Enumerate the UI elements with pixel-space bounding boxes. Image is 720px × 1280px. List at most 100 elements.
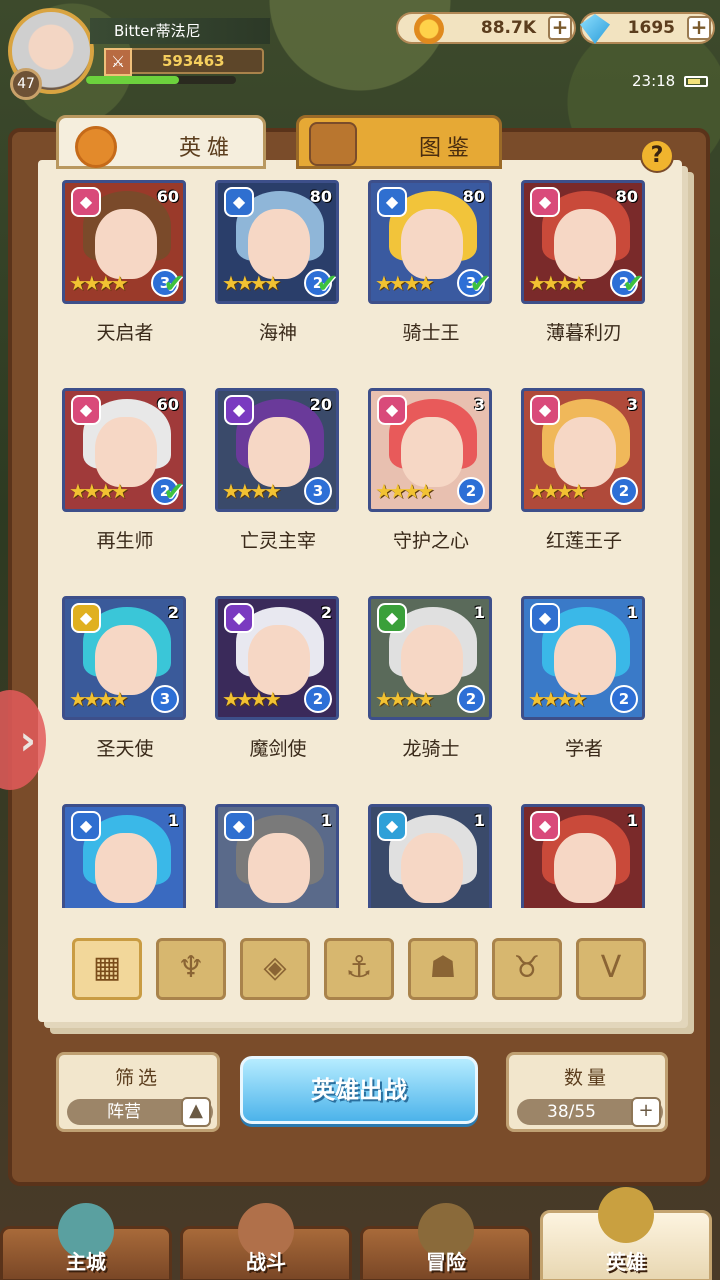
hero-card[interactable]: ◆ 2 ★★★★ 3 圣天使 xyxy=(58,594,186,794)
chevron-up-icon[interactable]: ▲ xyxy=(181,1097,211,1127)
filter-wings-button[interactable]: V xyxy=(576,938,646,1000)
hero-card[interactable]: ◆ 80 ★★★★ 3 ✔ 骑士王 xyxy=(364,178,492,378)
hero-portrait: ◆ 80 ★★★★ 2 ✔ xyxy=(215,180,339,304)
filter-dropdown[interactable]: 阵营 ▲ xyxy=(67,1097,213,1127)
filter-horns-button[interactable]: ♉ xyxy=(492,938,562,1000)
tab-codex[interactable]: 图鉴 xyxy=(296,115,502,169)
nav-label: 战斗 xyxy=(246,1250,286,1274)
tab-heroes[interactable]: 英雄 xyxy=(56,115,266,169)
tab-heroes-label: 英雄 xyxy=(179,136,236,161)
hero-level: 1 xyxy=(626,811,638,830)
hero-level: 2 xyxy=(167,603,179,622)
hero-stars: ★★★★ xyxy=(375,687,435,711)
hero-star-badge: 2 xyxy=(457,685,485,713)
hero-name: 薄暮利刃 xyxy=(545,322,622,344)
hero-card[interactable]: ◆ 1 xyxy=(517,802,645,908)
hero-level: 60 xyxy=(156,187,179,206)
hero-name: 亡灵主宰 xyxy=(239,530,316,552)
hero-card[interactable]: ◆ 1 xyxy=(364,802,492,908)
hero-card[interactable]: ◆ 60 ★★★★ 2 ✔ 再生师 xyxy=(58,386,186,586)
nav-map[interactable]: 冒险 xyxy=(360,1203,532,1280)
checkmark-icon: ✔ xyxy=(163,477,185,507)
hero-face xyxy=(554,209,616,279)
add-gold-button[interactable]: + xyxy=(548,16,572,40)
horns-icon: ◆ xyxy=(224,603,254,633)
gold-counter: 88.7K + xyxy=(396,12,576,44)
flame-icon: ♆ xyxy=(177,950,205,985)
hero-face xyxy=(554,625,616,695)
hero-portrait: ◆ 3 ★★★★ 2 xyxy=(368,388,492,512)
hero-portrait: ◆ 2 ★★★★ 2 xyxy=(215,596,339,720)
battery-icon xyxy=(684,76,708,87)
exp-bar xyxy=(86,76,236,84)
hero-level: 3 xyxy=(626,395,638,414)
checkmark-icon: ✔ xyxy=(163,269,185,299)
hero-card[interactable]: ◆ 20 ★★★★ 3 亡灵主宰 xyxy=(211,386,339,586)
hero-portrait: ◆ 3 ★★★★ 2 xyxy=(521,388,645,512)
hero-name: 海神 xyxy=(258,322,297,344)
hero-star-badge: 2 xyxy=(610,477,638,505)
magnifier-icon xyxy=(309,122,357,166)
hero-portrait: ◆ 2 ★★★★ 3 xyxy=(62,596,186,720)
hero-card[interactable]: ◆ 1 xyxy=(58,802,186,908)
filter-anchor-button[interactable]: ⚓ xyxy=(324,938,394,1000)
hero-face xyxy=(248,833,310,903)
filter-diamond-button[interactable]: ◈ xyxy=(240,938,310,1000)
horns-icon: ♉ xyxy=(513,950,541,985)
add-gems-button[interactable]: + xyxy=(687,16,711,40)
hero-level: 1 xyxy=(320,811,332,830)
hero-face xyxy=(95,209,157,279)
hero-card[interactable]: ◆ 1 ★★★★ 2 学者 xyxy=(517,594,645,794)
diamond-icon: ◆ xyxy=(377,811,407,841)
hero-level: 1 xyxy=(167,811,179,830)
beast-icon: ☗ xyxy=(429,950,457,985)
hero-card[interactable]: ◆ 3 ★★★★ 2 守护之心 xyxy=(364,386,492,586)
add-capacity-button[interactable]: + xyxy=(631,1097,661,1127)
faction-filter-bar: ▦ ♆ ◈ ⚓ ☗ ♉ V xyxy=(72,938,652,1000)
help-button[interactable]: ? xyxy=(640,139,674,173)
hero-card[interactable]: ◆ 60 ★★★★ 3 ✔ 天启者 xyxy=(58,178,186,378)
hero-card[interactable]: ◆ 2 ★★★★ 2 魔剑使 xyxy=(211,594,339,794)
hero-star-badge: 3 xyxy=(304,477,332,505)
count-panel: 数量 38/55 + xyxy=(506,1052,668,1132)
hero-stars: ★★★★ xyxy=(528,479,588,503)
hero-face xyxy=(95,833,157,903)
hero-card[interactable]: ◆ 80 ★★★★ 2 ✔ 海神 xyxy=(211,178,339,378)
exp-bar-fill xyxy=(86,76,179,84)
deploy-heroes-button[interactable]: 英雄出战 xyxy=(240,1056,478,1124)
filter-grid-button[interactable]: ▦ xyxy=(72,938,142,1000)
hero-name: 再生师 xyxy=(96,530,154,552)
hero-star-badge: 3 xyxy=(151,685,179,713)
hero-face xyxy=(401,833,463,903)
drawer-arrow-icon: › xyxy=(19,718,36,764)
hero-stars: ★★★★ xyxy=(222,271,282,295)
nav-swords[interactable]: 战斗 xyxy=(180,1203,352,1280)
flame-icon: ◆ xyxy=(71,395,101,425)
hero-portrait: ◆ 1 xyxy=(215,804,339,908)
flame-icon: ◆ xyxy=(530,187,560,217)
helmet-icon xyxy=(69,122,117,168)
player-name: Bitter蒂法尼 xyxy=(90,18,270,44)
player-avatar[interactable]: 47 xyxy=(8,8,100,100)
hero-star-badge: 2 xyxy=(610,685,638,713)
hero-card[interactable]: ◆ 1 xyxy=(211,802,339,908)
hero-face xyxy=(401,625,463,695)
flame-icon: ◆ xyxy=(530,395,560,425)
gold-coin-icon xyxy=(414,14,444,44)
flame-icon: ◆ xyxy=(530,811,560,841)
hero-stars: ★★★★ xyxy=(528,271,588,295)
hero-card[interactable]: ◆ 1 ★★★★ 2 龙骑士 xyxy=(364,594,492,794)
nav-crest[interactable]: 英雄 xyxy=(540,1187,712,1280)
beast-icon: ◆ xyxy=(377,603,407,633)
hero-stars: ★★★★ xyxy=(69,479,129,503)
nav-castle[interactable]: 主城 xyxy=(0,1203,172,1280)
hero-name: 天启者 xyxy=(96,322,154,344)
hero-card[interactable]: ◆ 80 ★★★★ 2 ✔ 薄暮利刃 xyxy=(517,178,645,378)
hero-card[interactable]: ◆ 3 ★★★★ 2 红莲王子 xyxy=(517,386,645,586)
hero-name: 骑士王 xyxy=(402,322,460,344)
filter-beast-button[interactable]: ☗ xyxy=(408,938,478,1000)
hero-stars: ★★★★ xyxy=(528,687,588,711)
hero-portrait: ◆ 1 ★★★★ 2 xyxy=(368,596,492,720)
filter-flame-button[interactable]: ♆ xyxy=(156,938,226,1000)
hero-name: 圣天使 xyxy=(96,738,154,760)
